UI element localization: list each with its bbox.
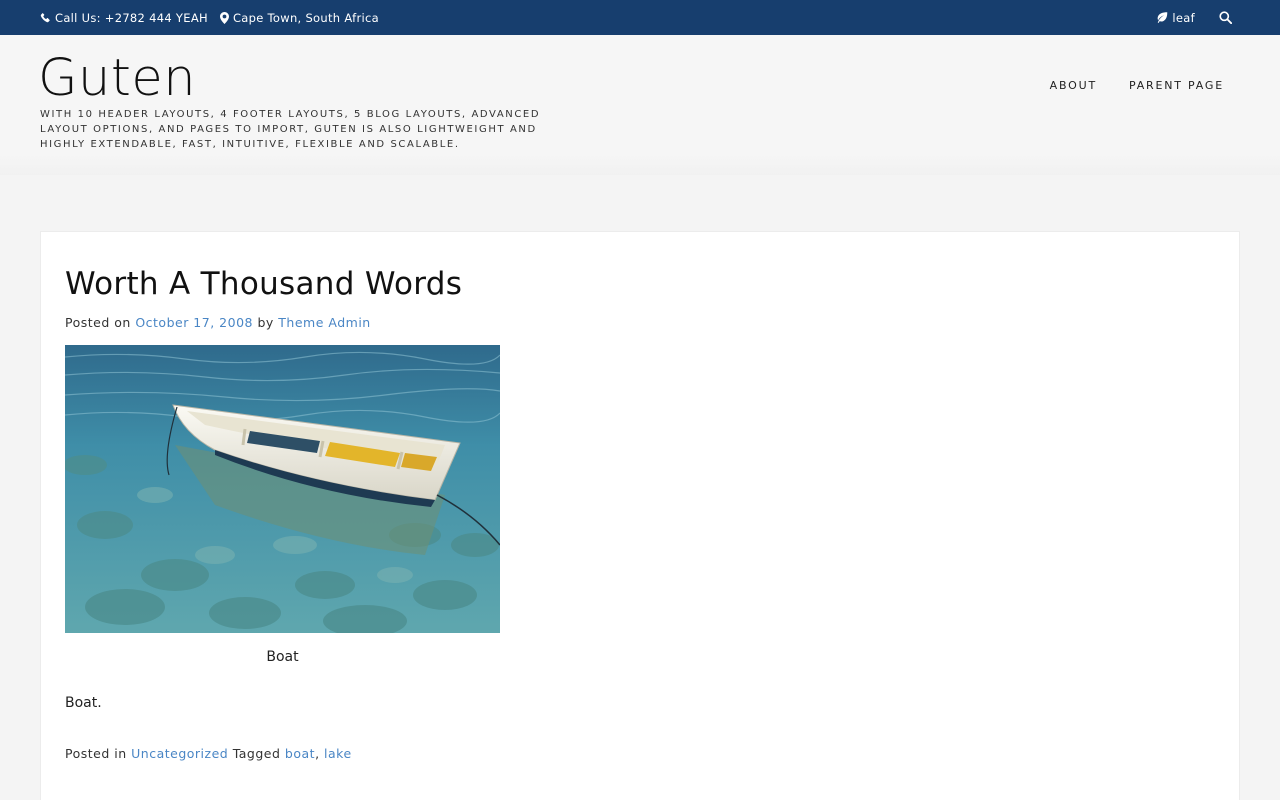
tag-link-lake[interactable]: lake — [324, 746, 352, 761]
contact-info: Call Us: +2782 444 YEAH Cape Town, South… — [40, 0, 391, 35]
post-footer-meta: Posted in Uncategorized Tagged boat, lak… — [65, 746, 352, 761]
author-link[interactable]: Theme Admin — [278, 315, 370, 330]
leaf-icon — [1158, 12, 1168, 23]
leaf-label: leaf — [1172, 10, 1195, 25]
post-body: Boat. — [65, 695, 102, 711]
nav-item-about[interactable]: About — [1050, 79, 1097, 92]
post-card: Worth A Thousand Words Posted on October… — [40, 231, 1240, 800]
phone-info: Call Us: +2782 444 YEAH — [40, 11, 208, 25]
image-caption: Boat — [266, 649, 299, 665]
site-title[interactable]: Guten — [38, 49, 196, 109]
location-text: Cape Town, South Africa — [232, 10, 379, 25]
location-info: Cape Town, South Africa — [219, 10, 379, 25]
map-marker-icon — [219, 11, 229, 24]
nav-item-parent-page[interactable]: Parent Page — [1129, 79, 1224, 92]
post-title: Worth A Thousand Words — [65, 266, 463, 302]
post-image-boat — [65, 345, 500, 633]
category-link[interactable]: Uncategorized — [131, 746, 228, 761]
post-date-link[interactable]: October 17, 2008 — [135, 315, 253, 330]
search-button[interactable] — [1219, 11, 1236, 24]
tag-link-boat[interactable]: boat — [285, 746, 315, 761]
tag-separator: , — [315, 746, 320, 761]
site-header: Guten With 10 header layouts, 4 footer l… — [0, 35, 1280, 175]
post-meta: Posted on October 17, 2008 by Theme Admi… — [65, 315, 371, 330]
posted-in-label: Posted in — [65, 746, 127, 761]
topbar-actions: leaf — [1156, 0, 1236, 35]
posted-on-label: Posted on — [65, 315, 131, 330]
phone-icon — [40, 12, 50, 23]
leaf-link[interactable]: leaf — [1156, 11, 1195, 25]
top-bar: Call Us: +2782 444 YEAH Cape Town, South… — [0, 0, 1280, 35]
by-label: by — [257, 315, 274, 330]
boat-illustration — [65, 345, 500, 633]
tagged-label: Tagged — [232, 746, 281, 761]
site-tagline: With 10 header layouts, 4 footer layouts… — [40, 109, 541, 150]
main-nav: About Parent Page — [1018, 79, 1224, 92]
search-icon — [1219, 11, 1232, 24]
phone-text: Call Us: +2782 444 YEAH — [55, 10, 208, 25]
